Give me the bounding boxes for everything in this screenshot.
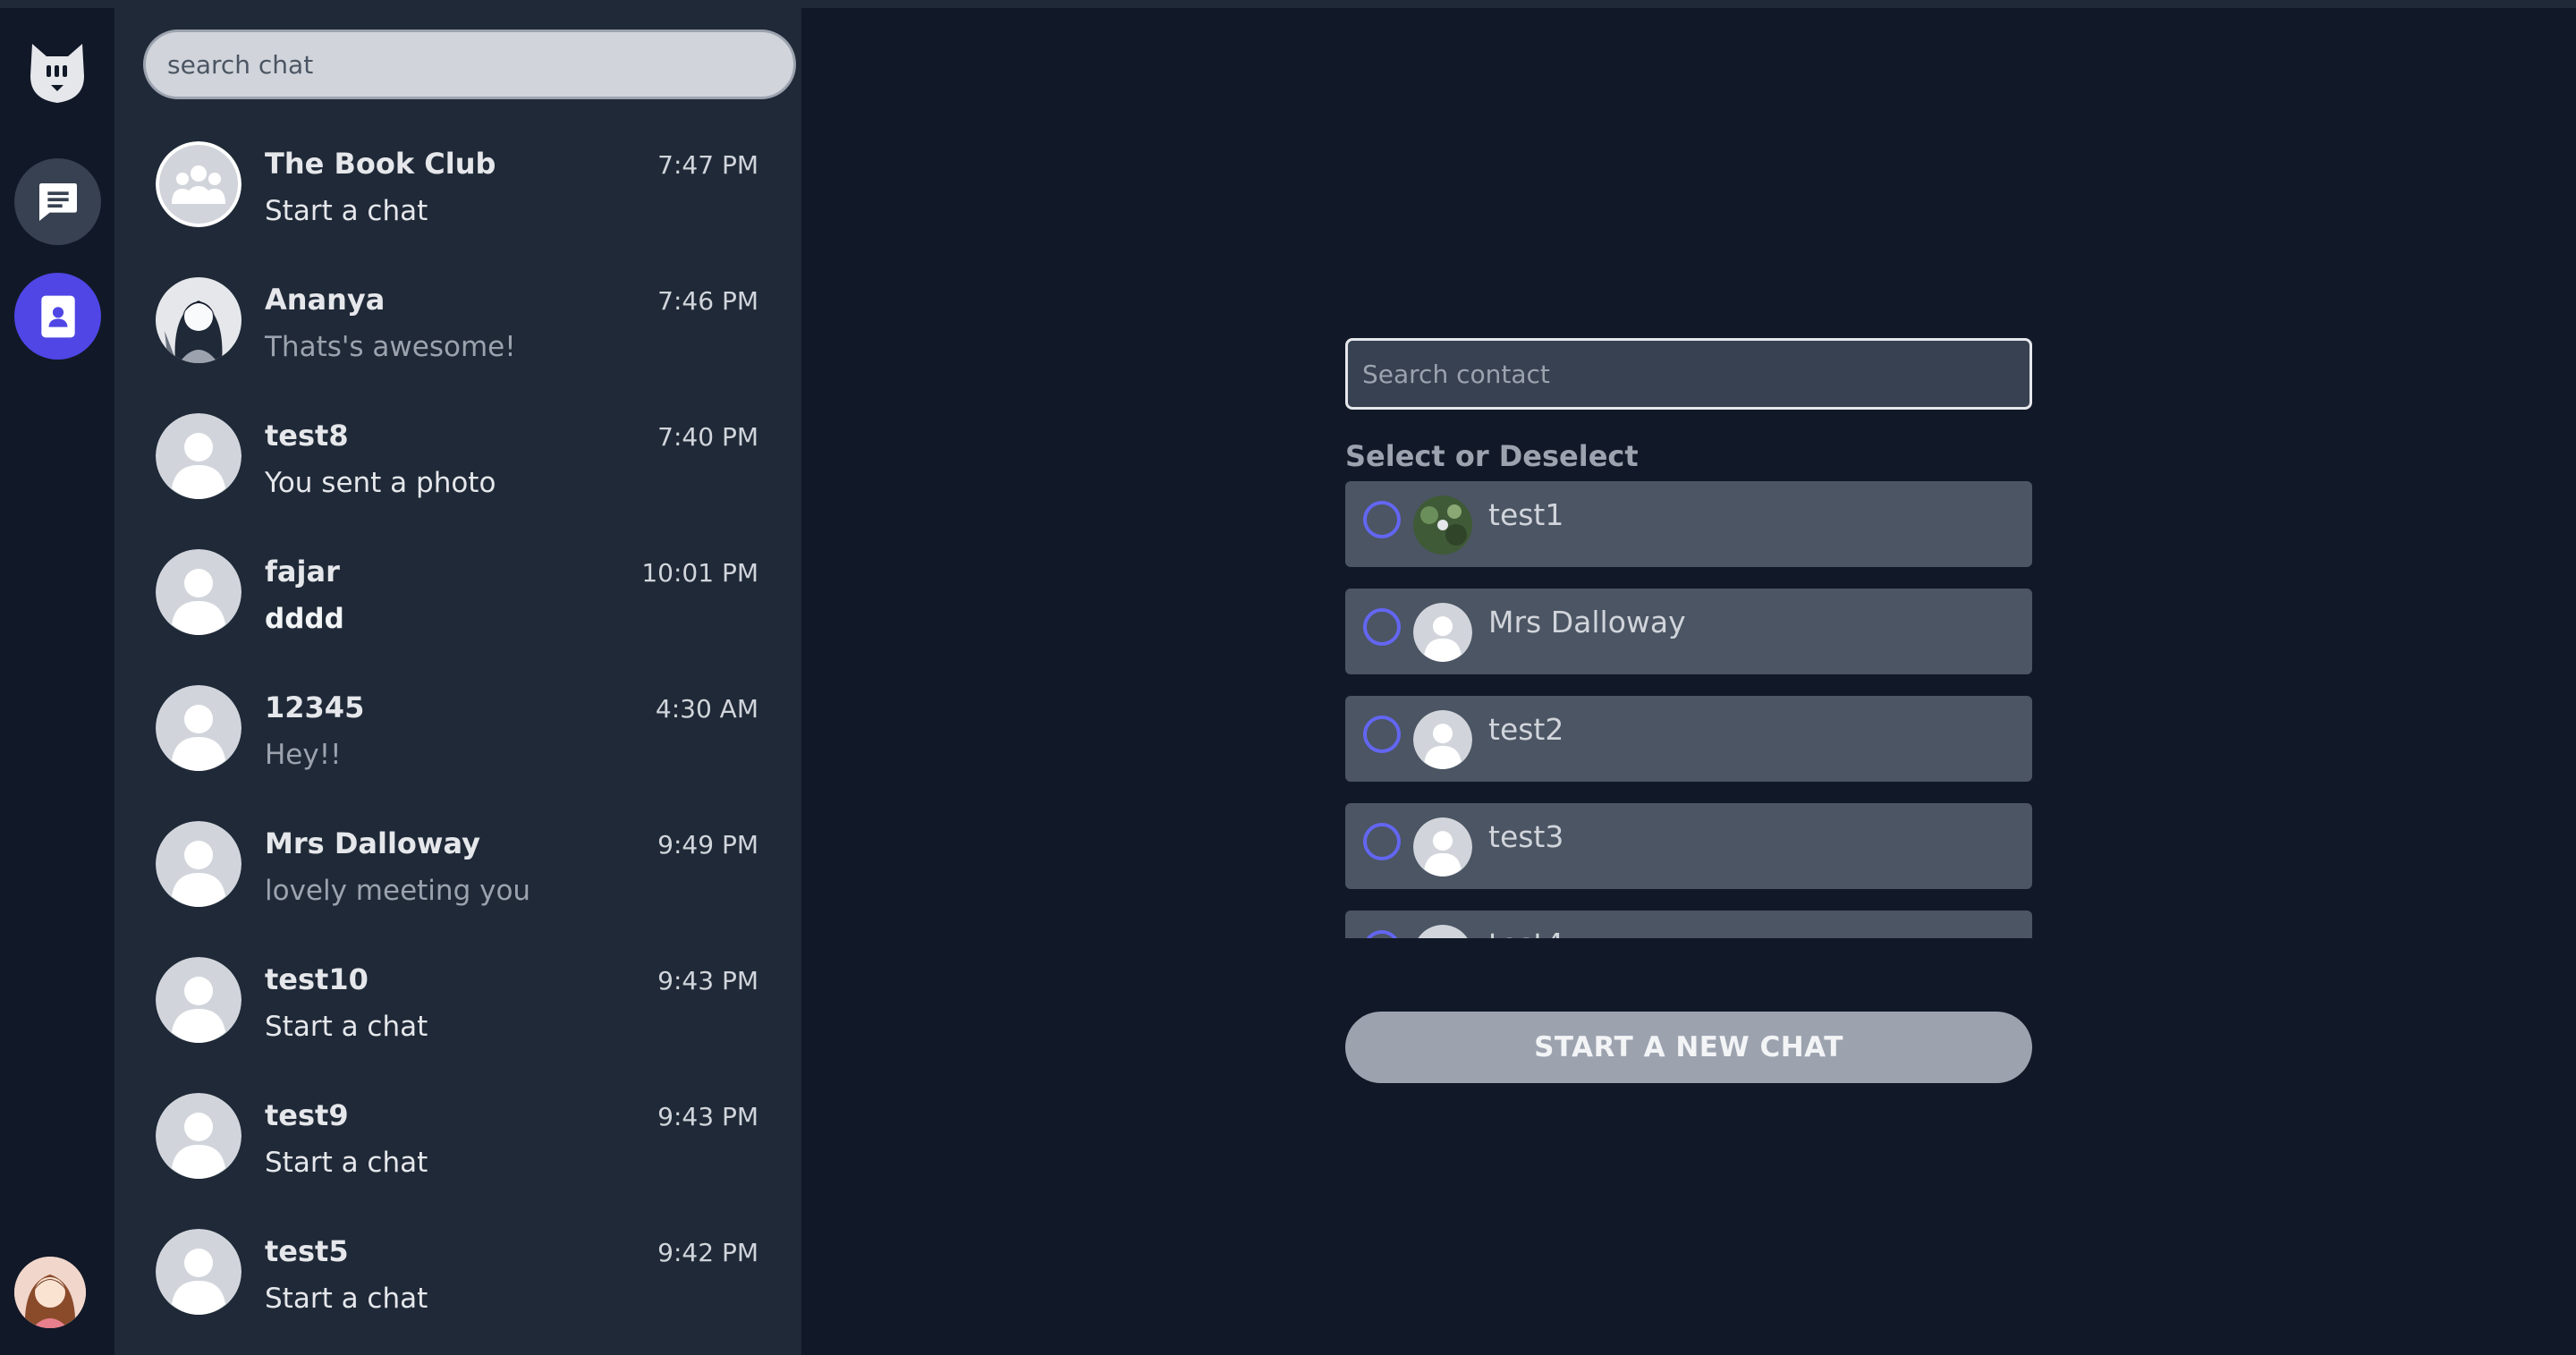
default-user-avatar-icon bbox=[156, 1229, 242, 1315]
chat-name: Mrs Dalloway bbox=[265, 826, 480, 860]
chat-list-item[interactable]: Ananya 7:46 PM Thats's awesome! bbox=[114, 277, 801, 413]
default-user-avatar-icon bbox=[1413, 603, 1472, 662]
chat-time: 7:47 PM bbox=[657, 150, 758, 180]
chat-last-message: dddd bbox=[265, 603, 344, 635]
chat-name: test8 bbox=[265, 419, 349, 453]
group-avatar-icon bbox=[156, 141, 242, 227]
chat-time: 9:49 PM bbox=[657, 830, 758, 860]
default-user-avatar-icon bbox=[156, 549, 242, 635]
search-chat-input[interactable] bbox=[143, 30, 796, 99]
chat-name: fajar bbox=[265, 555, 340, 589]
select-label: Select or Deselect bbox=[1345, 439, 1639, 473]
contact-item[interactable]: test3 bbox=[1345, 803, 2032, 889]
chat-list-item[interactable]: Mrs Dalloway 9:49 PM lovely meeting you bbox=[114, 821, 801, 957]
contact-name: test1 bbox=[1488, 497, 1564, 532]
select-radio[interactable] bbox=[1363, 716, 1401, 753]
chat-last-message: Start a chat bbox=[265, 195, 428, 227]
chat-last-message: You sent a photo bbox=[265, 467, 496, 499]
chat-last-message: Thats's awesome! bbox=[265, 331, 516, 363]
select-radio[interactable] bbox=[1363, 930, 1401, 938]
contact-item[interactable]: test4 bbox=[1345, 910, 2032, 938]
chat-last-message: lovely meeting you bbox=[265, 875, 531, 907]
chat-name: The Book Club bbox=[265, 147, 496, 181]
new-chat-panel: Select or Deselect test1 Mrs Dalloway bbox=[801, 8, 2576, 1355]
default-user-avatar-icon bbox=[1413, 925, 1472, 938]
chat-last-message: Start a chat bbox=[265, 1283, 428, 1315]
contact-list[interactable]: test1 Mrs Dalloway test2 test3 bbox=[1345, 481, 2032, 938]
contact-name: test2 bbox=[1488, 712, 1564, 747]
chat-time: 4:30 AM bbox=[655, 694, 758, 724]
window-top-edge bbox=[0, 0, 2576, 8]
profile-avatar[interactable] bbox=[14, 1257, 86, 1328]
chat-name: test9 bbox=[265, 1098, 349, 1132]
chat-bubble-icon bbox=[38, 182, 77, 221]
chat-list-panel: The Book Club 7:47 PM Start a chat Anany… bbox=[114, 8, 801, 1355]
default-user-avatar-icon bbox=[1413, 710, 1472, 769]
chat-name: test5 bbox=[265, 1234, 349, 1268]
chat-name: Ananya bbox=[265, 283, 386, 317]
chat-last-message: Hey!! bbox=[265, 739, 342, 771]
default-user-avatar-icon bbox=[156, 413, 242, 499]
anime-avatar bbox=[156, 277, 242, 363]
contact-name: Mrs Dalloway bbox=[1488, 605, 1686, 639]
contact-name: test4 bbox=[1488, 927, 1563, 938]
chat-list-item[interactable]: fajar 10:01 PM dddd bbox=[114, 549, 801, 685]
chat-list-item[interactable]: test10 9:43 PM Start a chat bbox=[114, 957, 801, 1093]
chat-list-item[interactable]: test5 9:42 PM Start a chat bbox=[114, 1229, 801, 1355]
default-user-avatar-icon bbox=[156, 685, 242, 771]
contacts-nav-button[interactable] bbox=[14, 273, 101, 360]
search-contact-input[interactable] bbox=[1345, 338, 2032, 410]
contact-photo-avatar bbox=[1413, 495, 1472, 555]
contact-item[interactable]: test2 bbox=[1345, 696, 2032, 782]
app-rail bbox=[0, 8, 114, 1355]
select-radio[interactable] bbox=[1363, 823, 1401, 860]
contact-name: test3 bbox=[1488, 819, 1564, 854]
chat-name: 12345 bbox=[265, 690, 365, 724]
chat-list-item[interactable]: The Book Club 7:47 PM Start a chat bbox=[114, 141, 801, 277]
contacts-book-icon bbox=[40, 295, 75, 337]
chat-time: 9:42 PM bbox=[657, 1238, 758, 1267]
chat-time: 10:01 PM bbox=[641, 558, 758, 588]
contact-item[interactable]: test1 bbox=[1345, 481, 2032, 567]
chat-time: 9:43 PM bbox=[657, 966, 758, 995]
default-user-avatar-icon bbox=[1413, 817, 1472, 877]
chat-time: 7:46 PM bbox=[657, 286, 758, 316]
chat-time: 9:43 PM bbox=[657, 1102, 758, 1131]
chat-name: test10 bbox=[265, 962, 369, 996]
chat-list-item[interactable]: test8 7:40 PM You sent a photo bbox=[114, 413, 801, 549]
cat-face-logo-icon bbox=[27, 40, 88, 106]
start-new-chat-button[interactable]: START A NEW CHAT bbox=[1345, 1012, 2032, 1083]
contact-item[interactable]: Mrs Dalloway bbox=[1345, 589, 2032, 674]
chats-nav-button[interactable] bbox=[14, 158, 101, 245]
chat-time: 7:40 PM bbox=[657, 422, 758, 452]
chat-last-message: Start a chat bbox=[265, 1147, 428, 1179]
chat-last-message: Start a chat bbox=[265, 1011, 428, 1043]
default-user-avatar-icon bbox=[156, 1093, 242, 1179]
select-radio[interactable] bbox=[1363, 501, 1401, 538]
chat-list-item[interactable]: 12345 4:30 AM Hey!! bbox=[114, 685, 801, 821]
default-user-avatar-icon bbox=[156, 821, 242, 907]
default-user-avatar-icon bbox=[156, 957, 242, 1043]
chat-list-item[interactable]: test9 9:43 PM Start a chat bbox=[114, 1093, 801, 1229]
select-radio[interactable] bbox=[1363, 608, 1401, 646]
